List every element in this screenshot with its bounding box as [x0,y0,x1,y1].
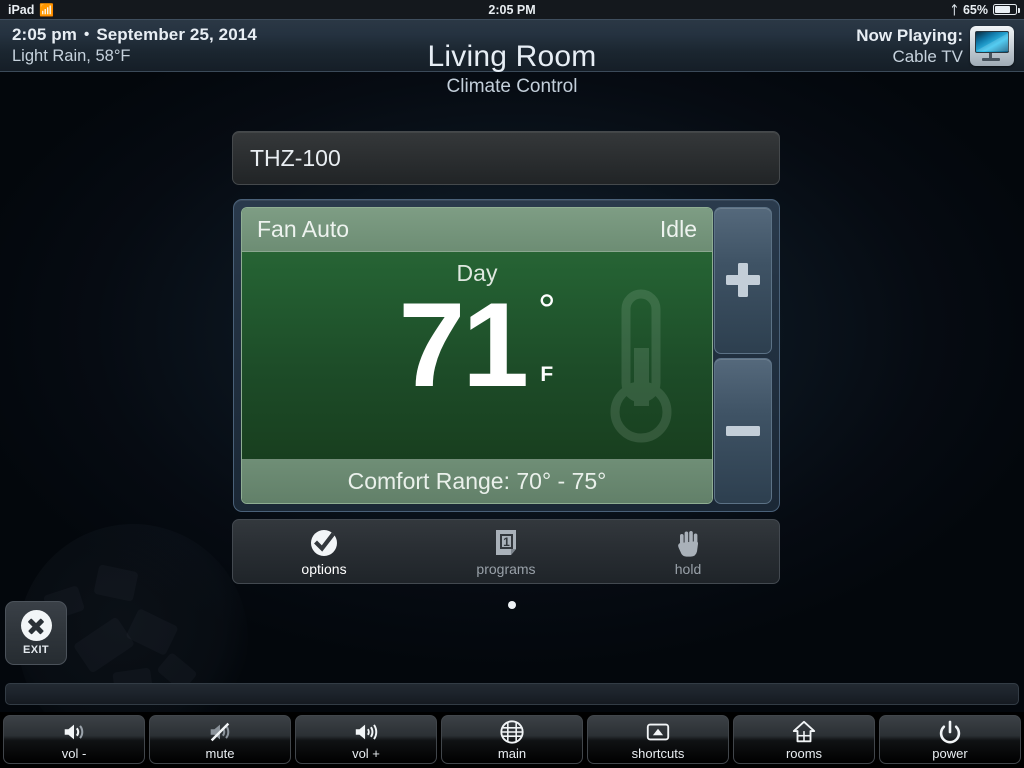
temperature-readout: 71 ° F [242,278,712,412]
temperature-unit: F [540,362,554,386]
rooms-button[interactable]: rooms [733,715,875,764]
bottom-toolbar: vol - mute vol + main shortcuts rooms po… [0,712,1024,768]
bluetooth-icon: ᛏ [950,2,958,17]
volume-mute-icon [210,722,230,741]
page-subtitle: Climate Control [446,76,578,97]
hold-button[interactable]: hold [597,527,779,577]
fan-mode-label: Fan Auto [257,216,350,242]
programs-button[interactable]: 1 programs [415,527,597,577]
now-playing-widget[interactable]: Now Playing: Cable TV [856,25,1014,68]
comfort-range-label: Comfort Range: 70° - 75° [347,468,607,494]
page-indicator-dot[interactable] [508,601,516,609]
svg-text:1: 1 [503,535,510,549]
now-playing-source: Cable TV [892,47,963,67]
main-label: main [497,745,527,761]
status-bar-clock: 2:05 PM [488,2,536,17]
status-strip [5,683,1019,705]
ios-status-bar: iPad 📶 2:05 PM ᛏ 65% [0,0,1024,19]
main-button[interactable]: main [441,715,583,764]
temperature-decrease-button[interactable] [714,357,772,504]
check-circle-icon [311,529,337,556]
volume-down-label: vol - [61,745,87,761]
rooms-label: rooms [785,745,823,761]
app-header-bar: 2:05 pm • September 25, 2014 Light Rain, 5… [0,19,1024,73]
temperature-stepper [714,207,772,504]
mute-button[interactable]: mute [149,715,291,764]
television-screen [975,31,1010,53]
device-name-value: THZ-100 [250,144,341,171]
exit-button[interactable]: EXIT [5,601,67,665]
power-label: power [932,745,968,761]
battery-percent-label: 65% [962,2,988,17]
exit-label: EXIT [22,644,50,656]
temperature-increase-button[interactable] [714,207,772,354]
calendar-page-icon: 1 [496,529,516,555]
status-bar-right: ᛏ 65% [950,2,1020,17]
system-state-label: Idle [659,216,697,242]
programs-label: programs [476,560,536,577]
close-circle-icon [20,610,52,641]
options-button[interactable]: options [233,527,415,577]
shortcuts-label: shortcuts [631,745,685,761]
television-icon [970,26,1014,66]
options-label: options [301,560,347,577]
thermostat-display[interactable]: Fan Auto Idle Day 71 ° F Comfort Range: … [241,207,713,504]
mute-label: mute [205,745,235,761]
hand-icon [678,530,699,557]
thermostat-options-bar: options 1 programs hold [232,519,780,584]
power-icon [939,720,961,743]
grid-circle-icon [500,719,524,744]
now-playing-label: Now Playing: [856,26,963,45]
volume-down-button[interactable]: vol - [3,715,145,764]
volume-up-icon [355,723,378,740]
thermostat-panel: Fan Auto Idle Day 71 ° F Comfort Range: … [233,199,780,512]
thermostat-readout-area: Day 71 ° F [242,252,712,460]
now-playing-text: Now Playing: Cable TV [856,25,963,68]
degree-symbol: ° [537,286,556,335]
plus-icon [726,263,760,298]
app-screen: iPad 📶 2:05 PM ᛏ 65% 2:05 pm • September 2… [0,0,1024,768]
shortcuts-icon [646,723,670,740]
volume-down-icon [64,724,84,739]
battery-fill [995,6,1010,13]
television-base [982,58,1000,61]
battery-icon [993,4,1020,15]
hold-label: hold [674,560,702,577]
device-name-bar[interactable]: THZ-100 [232,131,780,185]
temperature-unit-group: ° F [537,286,556,387]
power-button[interactable]: power [879,715,1021,764]
comfort-range-row: Comfort Range: 70° - 75° [242,459,712,503]
minus-icon [726,414,760,448]
temperature-value: 71 [398,278,528,412]
house-icon [792,720,816,742]
volume-up-label: vol + [352,745,380,761]
shortcuts-button[interactable]: shortcuts [587,715,729,764]
volume-up-button[interactable]: vol + [295,715,437,764]
thermostat-status-row: Fan Auto Idle [242,208,712,252]
